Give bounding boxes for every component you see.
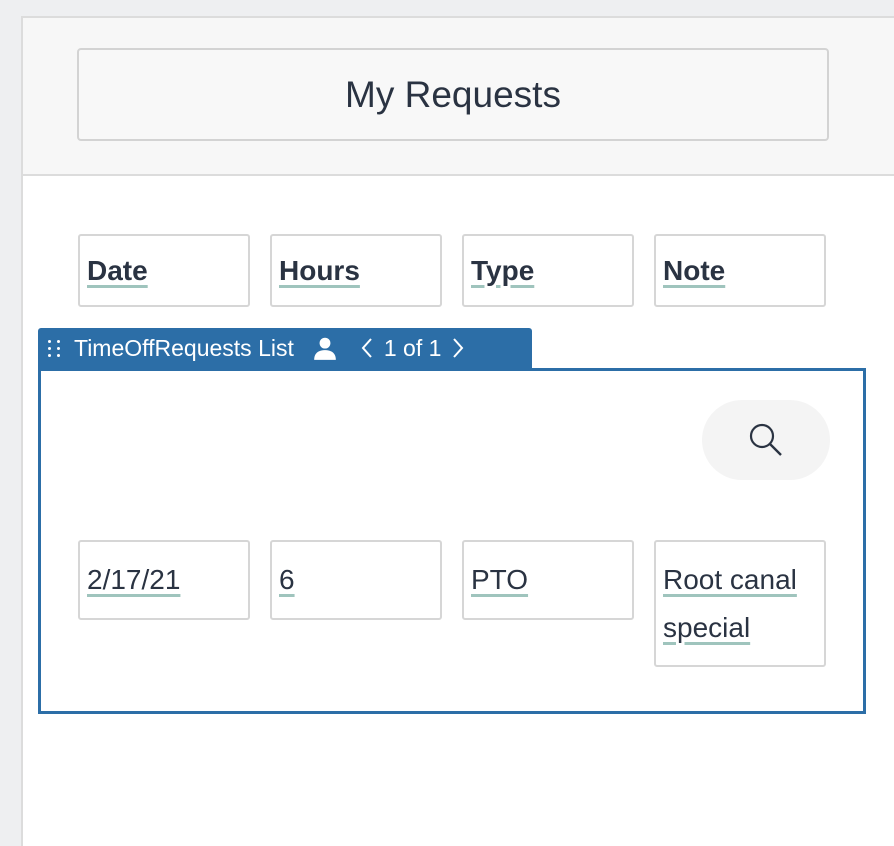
header-band: My Requests (23, 18, 894, 176)
column-header-date-label[interactable]: Date (87, 255, 148, 287)
cell-date-value[interactable]: 2/17/21 (87, 564, 180, 596)
chevron-right-icon (453, 338, 464, 358)
user-icon[interactable] (312, 335, 338, 361)
search-icon (749, 423, 782, 456)
column-header-type[interactable]: Type (462, 234, 634, 307)
column-header-hours[interactable]: Hours (270, 234, 442, 307)
search-button[interactable] (702, 400, 830, 480)
table-row-cell-note[interactable]: Root canal special (654, 540, 826, 667)
column-header-date[interactable]: Date (78, 234, 250, 307)
table-row-cell-type[interactable]: PTO (462, 540, 634, 620)
cell-note-value[interactable]: Root canal special (663, 556, 817, 652)
column-header-hours-label[interactable]: Hours (279, 255, 360, 287)
prev-page-button[interactable] (360, 337, 374, 359)
drag-handle-icon[interactable] (48, 339, 62, 357)
list-toolbar-tab: TimeOffRequests List 1 of 1 (38, 328, 532, 368)
pager-text: 1 of 1 (383, 334, 442, 361)
page-title-text: My Requests (345, 73, 561, 115)
next-page-button[interactable] (451, 337, 465, 359)
cell-hours-value[interactable]: 6 (279, 564, 295, 596)
column-header-note-label[interactable]: Note (663, 255, 725, 287)
page-title: My Requests (77, 48, 829, 141)
table-row-cell-hours[interactable]: 6 (270, 540, 442, 620)
list-label: TimeOffRequests List (74, 334, 294, 361)
table-row-cell-date[interactable]: 2/17/21 (78, 540, 250, 620)
column-header-type-label[interactable]: Type (471, 255, 534, 287)
chevron-left-icon (361, 338, 372, 358)
column-header-note[interactable]: Note (654, 234, 826, 307)
cell-type-value[interactable]: PTO (471, 564, 528, 596)
